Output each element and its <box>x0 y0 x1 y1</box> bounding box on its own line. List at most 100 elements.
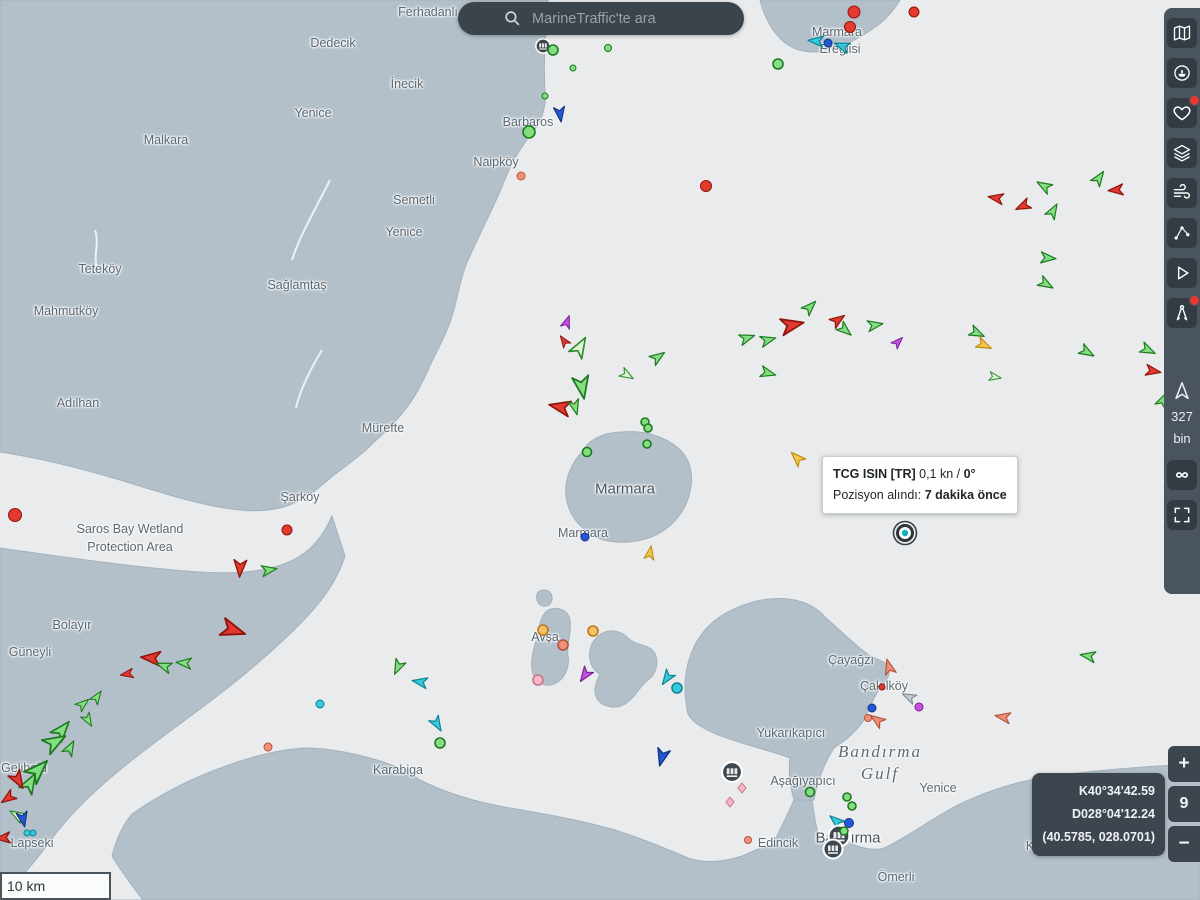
vessel-marker[interactable] <box>89 688 105 705</box>
vessel-marker[interactable] <box>316 700 324 708</box>
vessel-marker[interactable] <box>773 59 783 69</box>
vessel-marker[interactable] <box>547 397 571 416</box>
vessel-marker[interactable] <box>390 658 406 676</box>
vessel-marker[interactable] <box>282 525 292 535</box>
vessel-marker[interactable] <box>554 106 567 122</box>
sidebar-btn-layers[interactable] <box>1167 138 1197 168</box>
vessel-marker[interactable] <box>1079 649 1096 662</box>
vessel-marker[interactable] <box>1090 168 1108 187</box>
sidebar-btn-tools[interactable] <box>1167 298 1197 328</box>
vessel-marker[interactable] <box>619 368 636 383</box>
vessel-marker[interactable] <box>989 372 1002 383</box>
vessel-marker[interactable] <box>583 448 592 457</box>
vessel-marker[interactable] <box>429 715 446 733</box>
sidebar-btn-map-style[interactable] <box>1167 18 1197 48</box>
port-icon[interactable] <box>722 762 742 782</box>
vessel-marker[interactable] <box>517 172 525 180</box>
vessel-marker[interactable] <box>654 748 671 768</box>
vessel-marker[interactable] <box>264 743 272 751</box>
sidebar-btn-vessels[interactable] <box>1167 58 1197 88</box>
sidebar-btn-endless[interactable] <box>1167 460 1197 490</box>
vessel-marker[interactable] <box>261 563 278 576</box>
vessel-marker[interactable] <box>738 783 746 793</box>
vessel-marker[interactable] <box>220 618 248 642</box>
vessel-marker[interactable] <box>845 819 854 828</box>
search-bar[interactable] <box>458 2 744 35</box>
vessel-marker[interactable] <box>1145 364 1162 377</box>
vessel-marker[interactable] <box>1078 344 1096 361</box>
vessel-marker[interactable] <box>572 375 592 400</box>
sidebar-btn-weather[interactable] <box>1167 178 1197 208</box>
vessel-marker[interactable] <box>558 640 568 650</box>
vessel-marker[interactable] <box>62 738 79 756</box>
vessel-marker[interactable] <box>557 333 571 348</box>
sidebar-btn-favorites[interactable] <box>1167 98 1197 128</box>
vessel-marker[interactable] <box>891 334 906 349</box>
vessel-marker[interactable] <box>760 333 777 348</box>
sidebar-btn-routes[interactable] <box>1167 218 1197 248</box>
vessel-marker[interactable] <box>867 318 884 331</box>
sidebar-btn-playback[interactable] <box>1167 258 1197 288</box>
vessel-marker[interactable] <box>533 675 543 685</box>
vessel-marker[interactable] <box>994 710 1011 723</box>
vessel-marker[interactable] <box>1037 276 1055 293</box>
vessel-marker[interactable] <box>605 45 612 52</box>
vessel-marker[interactable] <box>801 297 819 315</box>
vessel-marker[interactable] <box>672 683 682 693</box>
vessel-marker[interactable] <box>119 668 133 679</box>
vessel-marker[interactable] <box>806 788 815 797</box>
vessel-marker[interactable] <box>780 314 805 335</box>
vessel-marker[interactable] <box>569 334 592 359</box>
vessel-marker[interactable] <box>968 325 986 341</box>
vessel-marker[interactable] <box>588 626 598 636</box>
vessel-marker[interactable] <box>833 38 851 53</box>
vessel-marker[interactable] <box>1139 342 1157 358</box>
vessel-marker[interactable] <box>523 126 535 138</box>
vessel-marker[interactable] <box>548 45 558 55</box>
vessel-marker[interactable] <box>81 712 96 729</box>
vessel-marker[interactable] <box>824 39 832 47</box>
vessel-marker[interactable] <box>561 314 574 329</box>
sidebar-btn-fullscreen[interactable] <box>1167 500 1197 530</box>
vessel-marker[interactable] <box>1034 177 1052 194</box>
vessel-marker[interactable] <box>879 684 885 690</box>
vessel-marker[interactable] <box>30 830 36 836</box>
vessel-marker[interactable] <box>739 330 757 345</box>
vessel-marker[interactable] <box>848 6 860 18</box>
vessel-marker[interactable] <box>760 366 777 381</box>
vessel-marker[interactable] <box>848 802 856 810</box>
vessel-marker[interactable] <box>915 703 923 711</box>
vessel-marker[interactable] <box>745 837 752 844</box>
vessel-marker[interactable] <box>808 35 824 47</box>
vessel-marker[interactable] <box>176 657 192 669</box>
vessel-marker[interactable] <box>581 533 589 541</box>
vessel-marker[interactable] <box>909 7 919 17</box>
vessel-marker[interactable] <box>538 625 548 635</box>
vessel-marker[interactable] <box>435 738 445 748</box>
vessel-marker[interactable] <box>845 22 856 33</box>
vessel-marker[interactable] <box>840 827 848 835</box>
vessel-marker[interactable] <box>882 658 897 675</box>
zoom-out-button[interactable]: − <box>1168 826 1200 862</box>
vessel-marker[interactable] <box>1013 198 1031 214</box>
vessel-marker[interactable] <box>0 832 10 844</box>
vessel-marker[interactable] <box>701 181 712 192</box>
vessel-marker[interactable] <box>644 545 656 560</box>
selected-vessel-target[interactable] <box>894 522 917 545</box>
vessel-marker[interactable] <box>155 658 173 673</box>
vessel-marker[interactable] <box>1108 184 1124 196</box>
vessel-marker[interactable] <box>576 666 594 685</box>
vessel-marker[interactable] <box>843 793 851 801</box>
vessel-marker[interactable] <box>233 560 247 578</box>
port-icon[interactable] <box>824 840 843 859</box>
vessel-marker[interactable] <box>411 675 428 688</box>
vessel-marker[interactable] <box>570 65 576 71</box>
zoom-in-button[interactable]: + <box>1168 746 1200 782</box>
vessel-marker[interactable] <box>643 440 651 448</box>
search-input[interactable] <box>530 10 699 28</box>
vessel-marker[interactable] <box>24 830 30 836</box>
vessel-marker[interactable] <box>900 689 916 704</box>
vessel-marker[interactable] <box>868 704 876 712</box>
vessel-marker[interactable] <box>975 337 993 353</box>
vessel-marker[interactable] <box>649 348 668 366</box>
